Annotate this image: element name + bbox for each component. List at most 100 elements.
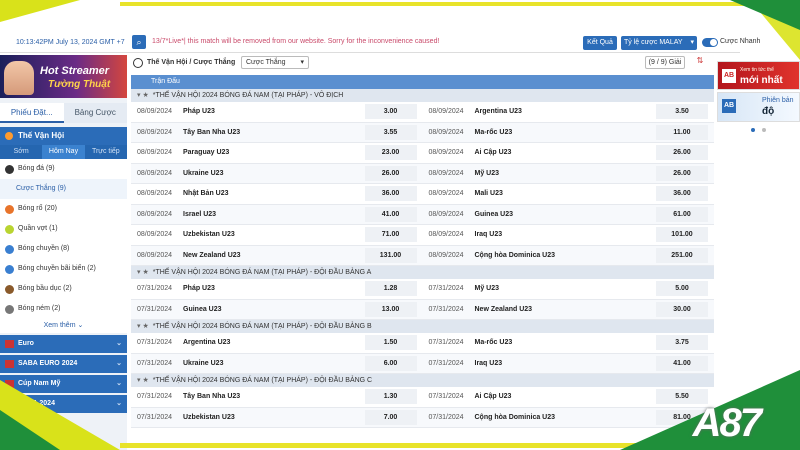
odds-button[interactable]: 6.00 [364, 355, 417, 371]
team-name: Paraguay U23 [183, 149, 230, 157]
match-cell: 08/09/2024 Mỹ U23 26.00 [423, 164, 715, 184]
match-cell: 08/09/2024 Pháp U23 3.00 [131, 102, 423, 122]
result-button[interactable]: Kết Quả [583, 36, 617, 50]
sport-item[interactable]: Bóng ném (2) [0, 299, 127, 319]
tab-live[interactable]: Trực tiếp [85, 145, 127, 159]
odds-button[interactable]: 5.00 [656, 281, 708, 297]
news-promo-banner[interactable]: AB Xem tin tức thể mới nhất [717, 61, 800, 90]
sport-label: Quần vợt [18, 225, 48, 232]
sport-item[interactable]: Bóng chuyền bãi biển (2) [0, 259, 127, 279]
match-cell: 08/09/2024 Paraguay U23 23.00 [131, 143, 423, 163]
match-date: 08/09/2024 [428, 231, 464, 239]
sort-icon[interactable]: ⇅ [693, 56, 707, 69]
odds-button[interactable]: 71.00 [364, 227, 417, 243]
sport-item[interactable]: Bóng chuyền (8) [0, 239, 127, 259]
odds-button[interactable]: 30.00 [656, 301, 708, 317]
odds-button[interactable]: 41.00 [656, 355, 708, 371]
sport-item[interactable]: Bóng rổ (20) [0, 199, 127, 219]
star-icon[interactable]: ▾ ★ [137, 323, 149, 330]
sport-count: (9) [57, 185, 67, 192]
match-date: 08/09/2024 [428, 108, 464, 116]
table-row: 08/09/2024 Pháp U23 3.00 08/09/2024 Argentin… [131, 102, 714, 123]
bet-type-select[interactable]: Cược Thắng ▾ [241, 56, 309, 69]
match-cell: 08/09/2024 Nhật Bản U23 36.00 [131, 184, 423, 204]
match-date: 08/09/2024 [137, 108, 173, 116]
odds-button[interactable]: 13.00 [364, 301, 417, 317]
tab-bet-list[interactable]: Bảng Cược [64, 103, 128, 123]
time-tabs: Sớm Hôm Nay Trực tiếp [0, 145, 127, 159]
tab-today[interactable]: Hôm Nay [42, 145, 85, 159]
odds-button[interactable]: 1.30 [364, 389, 417, 405]
tab-early[interactable]: Sớm [0, 145, 42, 159]
odds-type-select[interactable]: Tỷ lệ cược MALAY ▾ [621, 36, 697, 50]
group-header[interactable]: ▾ ★ *THẾ VẬN HỘI 2024 BÓNG ĐÁ NAM (TẠI PH… [131, 89, 714, 102]
version-promo-banner[interactable]: AB Phiên bản độ [717, 92, 800, 122]
see-more-link[interactable]: Xem thêm ⌄ [0, 319, 127, 333]
odds-button[interactable]: 36.00 [656, 186, 708, 202]
sport-item[interactable]: Bóng bầu dục (2) [0, 279, 127, 299]
match-cell: 08/09/2024 Mali U23 36.00 [423, 184, 715, 204]
odds-button[interactable]: 251.00 [656, 247, 708, 263]
league-count[interactable]: (9 / 9) Giải [645, 56, 685, 69]
odds-button[interactable]: 3.75 [656, 335, 708, 351]
group-header[interactable]: ▾ ★ *THẾ VẬN HỘI 2024 BÓNG ĐÁ NAM (TẠI PH… [131, 266, 714, 279]
odds-button[interactable]: 7.00 [364, 409, 417, 425]
league-item[interactable]: Euro ⌄ [0, 335, 127, 353]
streamer-banner[interactable]: Hot Streamer Tường Thuật [0, 55, 127, 98]
odds-button[interactable]: 131.00 [364, 247, 417, 263]
promo2-line2: độ [762, 106, 775, 117]
odds-button[interactable]: 101.00 [656, 227, 708, 243]
group-title: *THẾ VẬN HỘI 2024 BÓNG ĐÁ NAM (TẠI PHÁP)… [152, 323, 372, 330]
odds-button[interactable]: 26.00 [364, 165, 417, 181]
match-cell: 08/09/2024 Ukraine U23 26.00 [131, 164, 423, 184]
olympics-icon [5, 132, 13, 140]
sport-item[interactable]: Cược Thắng (9) [0, 179, 127, 199]
match-date: 07/31/2024 [428, 285, 464, 293]
quick-bet-label: Cược Nhanh [720, 38, 761, 45]
group-header[interactable]: ▾ ★ *THẾ VẬN HỘI 2024 BÓNG ĐÁ NAM (TẠI PH… [131, 320, 714, 333]
sport-header[interactable]: Thế Vận Hội [0, 127, 127, 145]
team-name: Iraq U23 [474, 231, 503, 239]
odds-button[interactable]: 61.00 [656, 206, 708, 222]
match-cell: 07/31/2024 Uzbekistan U23 7.00 [131, 408, 423, 428]
sport-item[interactable]: Quần vợt (1) [0, 219, 127, 239]
sport-icon [5, 245, 14, 254]
odds-button[interactable]: 36.00 [364, 186, 417, 202]
odds-button[interactable]: 26.00 [656, 165, 708, 181]
odds-button[interactable]: 11.00 [656, 124, 708, 140]
team-name: Uzbekistan U23 [183, 231, 235, 239]
star-icon[interactable]: ▾ ★ [137, 377, 149, 384]
odds-button[interactable]: 3.00 [364, 104, 417, 120]
search-button[interactable]: ⌕ [132, 35, 146, 49]
league-label: Euro [18, 340, 34, 347]
odds-button[interactable]: 3.55 [364, 124, 417, 140]
clock: 10:13:42PM July 13, 2024 GMT +7 [16, 39, 125, 46]
star-icon[interactable]: ▾ ★ [137, 92, 149, 99]
sport-icon [5, 265, 14, 274]
sport-count: (20) [44, 205, 57, 212]
tab-bet-slip[interactable]: Phiếu Đặt... [0, 103, 64, 123]
odds-button[interactable]: 1.50 [364, 335, 417, 351]
group-title: *THẾ VẬN HỘI 2024 BÓNG ĐÁ NAM (TẠI PHÁP)… [152, 377, 373, 384]
frame-corner-top-left [0, 0, 80, 22]
league-label: SABA EURO 2024 [18, 360, 78, 367]
league-item[interactable]: SABA EURO 2024 ⌄ [0, 355, 127, 373]
odds-button[interactable]: 41.00 [364, 206, 417, 222]
sport-count: (8) [60, 245, 70, 252]
carousel-dot[interactable] [751, 128, 756, 132]
chevron-down-icon: ⌄ [77, 322, 84, 329]
odds-button[interactable]: 26.00 [656, 145, 708, 161]
quick-bet-toggle[interactable] [702, 38, 718, 47]
table-row: 08/09/2024 Paraguay U23 23.00 08/09/2024 Ai … [131, 143, 714, 164]
match-date: 07/31/2024 [137, 339, 173, 347]
odds-button[interactable]: 23.00 [364, 145, 417, 161]
odds-button[interactable]: 1.28 [364, 281, 417, 297]
odds-button[interactable]: 3.50 [656, 104, 708, 120]
table-row: 07/31/2024 Pháp U23 1.28 07/31/2024 Mỹ U23 5.… [131, 279, 714, 300]
star-icon[interactable]: ▾ ★ [137, 269, 149, 276]
sport-item[interactable]: Bóng đá (9) [0, 159, 127, 179]
team-name: New Zealand U23 [183, 251, 241, 259]
team-name: Ukraine U23 [183, 169, 224, 177]
carousel-dot[interactable] [761, 128, 766, 132]
sport-label: Bóng ném [18, 305, 50, 312]
